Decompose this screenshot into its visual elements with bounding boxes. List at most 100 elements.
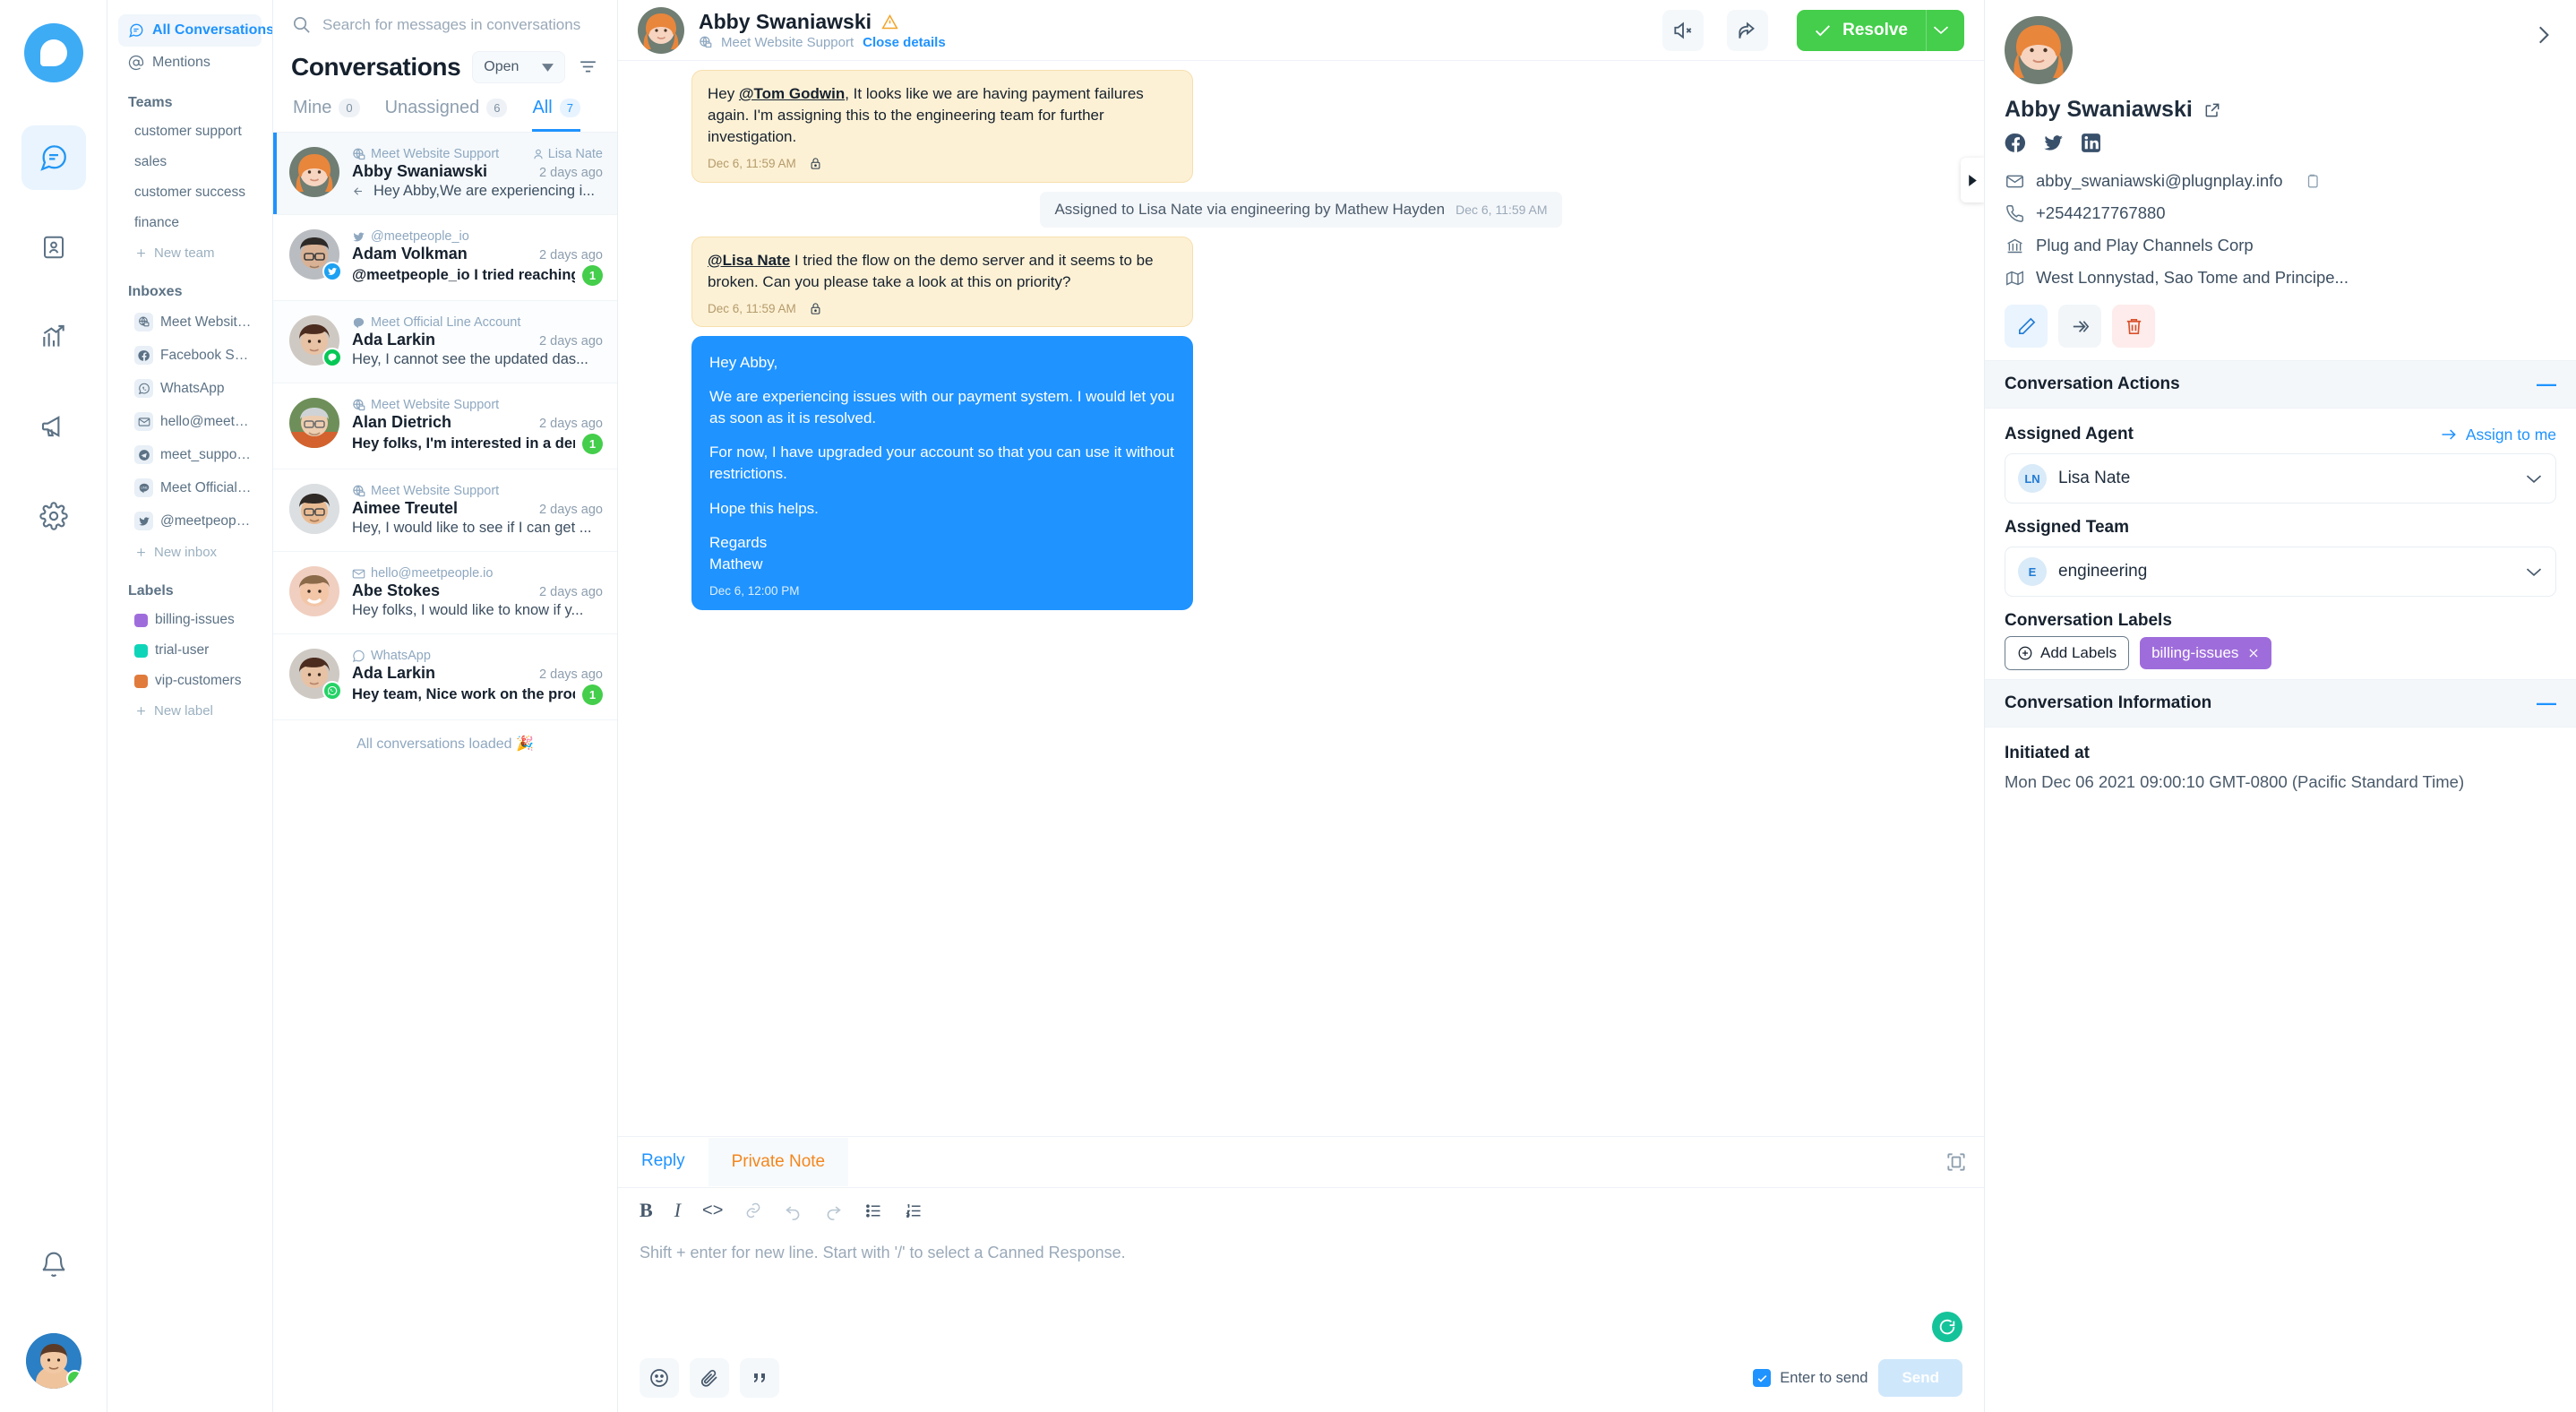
tab-all[interactable]: All 7 — [532, 98, 580, 132]
new-inbox-button[interactable]: New inbox — [118, 538, 262, 567]
send-button[interactable]: Send — [1878, 1359, 1962, 1397]
new-inbox-label: New inbox — [154, 545, 218, 560]
assign-to-me-button[interactable]: Assign to me — [2440, 426, 2556, 444]
close-details-button[interactable]: Close details — [863, 35, 946, 50]
status-filter-select[interactable]: Open — [472, 51, 566, 83]
canned-response-icon[interactable] — [740, 1358, 779, 1398]
mute-speaker-icon[interactable] — [1662, 9, 1704, 51]
bold-icon[interactable]: B — [640, 1199, 653, 1222]
twitter-icon[interactable] — [2042, 132, 2065, 154]
sidebar-team-sales[interactable]: sales — [118, 147, 262, 177]
search-input[interactable] — [322, 15, 599, 34]
sidebar-inbox-telegram[interactable]: meet_support_bot — [118, 438, 262, 471]
current-user-avatar[interactable] — [25, 1333, 82, 1389]
avatar — [289, 315, 342, 367]
sidebar-inbox-website[interactable]: Meet Website Sup... — [118, 306, 262, 339]
redo-icon[interactable] — [824, 1201, 843, 1220]
expand-icon[interactable] — [1945, 1150, 1968, 1174]
check-icon — [1813, 21, 1833, 40]
undo-icon[interactable] — [784, 1201, 803, 1220]
add-labels-button[interactable]: Add Labels — [2005, 636, 2130, 670]
share-icon[interactable] — [1727, 9, 1769, 51]
conversation-information-section-header[interactable]: Conversation Information — — [1985, 679, 2576, 728]
tab-mine[interactable]: Mine 0 — [293, 98, 360, 132]
rail-item-campaigns[interactable] — [21, 394, 86, 459]
conversation-item-ada-larkin-whatsapp[interactable]: WhatsApp Ada Larkin 2 days ago Hey team,… — [273, 634, 617, 720]
new-label-button[interactable]: New label — [118, 696, 262, 726]
sidebar-label-billing-issues[interactable]: billing-issues — [118, 605, 262, 635]
rail-item-reports[interactable] — [21, 305, 86, 369]
grammarly-icon[interactable] — [1932, 1312, 1962, 1342]
twitter-icon — [352, 230, 365, 244]
enter-to-send-toggle[interactable]: Enter to send — [1753, 1369, 1868, 1387]
sidebar-team-finance[interactable]: finance — [118, 208, 262, 238]
avatar — [289, 566, 339, 616]
assigned-team-dropdown[interactable]: E engineering — [2005, 547, 2556, 597]
tab-count: 0 — [339, 99, 360, 117]
tab-private-note[interactable]: Private Note — [708, 1138, 849, 1186]
delete-trash-icon[interactable] — [2112, 305, 2155, 348]
sidebar-team-customer-success[interactable]: customer success — [118, 177, 262, 208]
rail-item-contacts[interactable] — [21, 215, 86, 280]
resolve-label: Resolve — [1842, 20, 1908, 39]
chevron-right-icon[interactable] — [2531, 23, 2555, 47]
code-icon[interactable]: <> — [702, 1201, 723, 1221]
rail-item-notifications[interactable] — [21, 1233, 86, 1297]
conversation-item-ada-larkin-line[interactable]: Meet Official Line Account Ada Larkin 2 … — [273, 301, 617, 383]
minus-icon[interactable]: — — [2537, 375, 2556, 394]
conversation-assignee: Lisa Nate — [532, 147, 603, 161]
contact-email-row[interactable]: abby_swaniawski@plugnplay.info — [2005, 165, 2556, 197]
search-bar[interactable] — [273, 0, 617, 42]
merge-icon[interactable] — [2058, 305, 2101, 348]
filter-icon[interactable] — [577, 56, 599, 79]
sidebar-inbox-line[interactable]: LINE Meet Official Line ... — [118, 471, 262, 504]
conversation-item-adam-volkman[interactable]: @meetpeople_io Adam Volkman 2 days ago @… — [273, 215, 617, 301]
sidebar-item-mentions[interactable]: Mentions — [118, 47, 262, 79]
reply-input-area[interactable]: Shift + enter for new line. Start with '… — [618, 1229, 1984, 1347]
sidebar-inbox-whatsapp[interactable]: WhatsApp — [118, 372, 262, 405]
resolve-dropdown-toggle[interactable] — [1926, 9, 1964, 51]
checkbox-checked-icon[interactable] — [1753, 1369, 1772, 1387]
italic-icon[interactable]: I — [674, 1199, 681, 1222]
conversation-actions-section-header[interactable]: Conversation Actions — — [1985, 360, 2576, 409]
new-team-button[interactable]: New team — [118, 238, 262, 268]
sidebar-team-customer-support[interactable]: customer support — [118, 116, 262, 147]
sidebar-item-all-conversations[interactable]: All Conversations — [118, 14, 272, 47]
sidebar-label-vip-customers[interactable]: vip-customers — [118, 666, 262, 696]
mention-lisa-nate[interactable]: @Lisa Nate — [708, 252, 790, 269]
conversation-item-abe-stokes[interactable]: hello@meetpeople.io Abe Stokes 2 days ag… — [273, 552, 617, 634]
linkedin-icon[interactable] — [2080, 132, 2102, 154]
external-link-icon[interactable] — [2203, 101, 2221, 119]
sidebar-inbox-facebook[interactable]: Facebook Support — [118, 339, 262, 372]
sidebar-label-trial-user[interactable]: trial-user — [118, 635, 262, 666]
emoji-icon[interactable] — [640, 1358, 679, 1398]
contact-summary: Abby Swaniawski abby_swaniawski@plugnpla… — [1985, 0, 2576, 360]
rail-item-conversations[interactable] — [21, 125, 86, 190]
message-thread[interactable]: Hey @Tom Godwin, It looks like we are ha… — [618, 61, 1984, 1136]
scroll-right-arrow-icon[interactable] — [1961, 158, 1984, 202]
edit-pencil-icon[interactable] — [2005, 305, 2048, 348]
attachment-icon[interactable] — [690, 1358, 729, 1398]
close-icon[interactable] — [2247, 647, 2260, 659]
conversation-item-abby-swaniawski[interactable]: Meet Website Support Lisa Nate Abby Swan… — [273, 133, 617, 215]
resolve-button[interactable]: Resolve — [1797, 9, 1964, 51]
ordered-list-icon[interactable] — [905, 1201, 923, 1220]
minus-icon[interactable]: — — [2537, 693, 2556, 713]
contact-phone-row[interactable]: +2544217767880 — [2005, 197, 2556, 229]
sidebar-inbox-twitter[interactable]: @meetpeople_io — [118, 504, 262, 538]
bullet-list-icon[interactable] — [864, 1201, 883, 1220]
assigned-agent-dropdown[interactable]: LN Lisa Nate — [2005, 453, 2556, 504]
conversation-items[interactable]: Meet Website Support Lisa Nate Abby Swan… — [273, 133, 617, 1412]
tab-unassigned[interactable]: Unassigned 6 — [385, 98, 508, 132]
copy-icon[interactable] — [2304, 173, 2321, 190]
conversation-item-alan-dietrich[interactable]: Meet Website Support Alan Dietrich 2 day… — [273, 383, 617, 469]
mention-tom-godwin[interactable]: @Tom Godwin — [739, 85, 845, 102]
conversation-item-aimee-treutel[interactable]: Meet Website Support Aimee Treutel 2 day… — [273, 469, 617, 552]
assigned-team-label: Assigned Team — [2005, 518, 2130, 537]
rail-item-settings[interactable] — [21, 484, 86, 548]
facebook-icon[interactable] — [2005, 132, 2027, 154]
link-icon[interactable] — [744, 1201, 762, 1219]
tab-reply[interactable]: Reply — [618, 1137, 708, 1187]
label-chip-billing-issues[interactable]: billing-issues — [2140, 637, 2272, 669]
sidebar-inbox-email[interactable]: hello@meetpeopl... — [118, 405, 262, 438]
